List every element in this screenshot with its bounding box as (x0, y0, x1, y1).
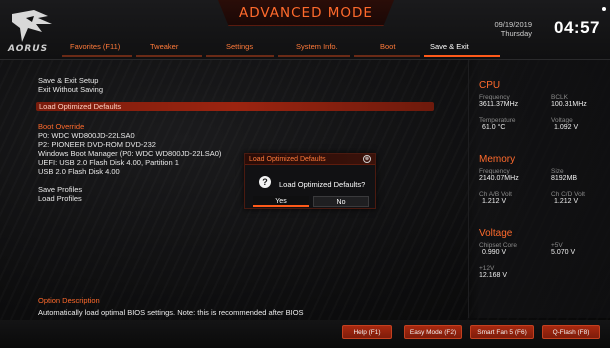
status-dot (602, 7, 606, 11)
tab-underline (278, 55, 350, 57)
ch-cd-volt-value: 1.212 V (554, 198, 579, 205)
clock-time: 04:57 (554, 18, 600, 37)
boot-item-p0[interactable]: P0: WDC WD800JD-22LSA0 (38, 131, 135, 140)
menu-item-load-profiles[interactable]: Load Profiles (38, 194, 82, 203)
tab-label: Boot (380, 42, 396, 51)
boot-item-windows-boot-manager[interactable]: Windows Boot Manager (P0: WDC WD800JD-22… (38, 149, 221, 158)
qflash-button[interactable]: Q-Flash (F8) (542, 325, 600, 339)
voltage-heading: Voltage (479, 228, 513, 239)
tab-label: Save & Exit (430, 42, 469, 51)
dialog-titlebar: Load Optimized Defaults ⊗ (245, 154, 375, 165)
tab-underline (136, 55, 202, 57)
yes-button[interactable]: Yes (253, 196, 309, 207)
cpu-frequency-value: 3611.37MHz (479, 101, 519, 108)
close-icon[interactable]: ⊗ (363, 155, 371, 163)
tab-label: Settings (226, 42, 254, 51)
tab-save-exit[interactable]: Save & Exit (424, 41, 500, 57)
page-title: ADVANCED MODE (239, 5, 373, 21)
boot-override-heading: Boot Override (38, 122, 85, 131)
load-defaults-dialog: Load Optimized Defaults ⊗ ? Load Optimiz… (244, 153, 376, 209)
memory-heading: Memory (479, 154, 516, 165)
tab-settings[interactable]: Settings (206, 41, 274, 57)
option-description-text: Automatically load optimal BIOS settings… (38, 308, 304, 317)
tab-system-info[interactable]: System Info. (278, 41, 350, 57)
tab-bar: Favorites (F11) Tweaker Settings System … (62, 41, 502, 57)
tab-label: Favorites (F11) (70, 42, 121, 51)
tab-label: Tweaker (150, 42, 179, 51)
cpu-voltage-value: 1.092 V (554, 124, 579, 131)
bclk-value: 100.31MHz (551, 101, 587, 108)
tab-label: System Info. (296, 42, 338, 51)
day-text: Thursday (500, 29, 532, 38)
hardware-monitor-panel: CPU Frequency 3611.37MHz BCLK 100.31MHz … (468, 60, 610, 318)
date-display: 09/19/2019 Thursday (494, 20, 532, 38)
easy-mode-button[interactable]: Easy Mode (F2) (404, 325, 462, 339)
tab-underline (62, 55, 132, 57)
boot-item-p2[interactable]: P2: PIONEER DVD-ROM DVD-232 (38, 140, 156, 149)
menu-item-label: Load Optimized Defaults (39, 102, 122, 111)
cpu-heading: CPU (479, 80, 501, 91)
boot-item-uefi-usb[interactable]: UEFI: USB 2.0 Flash Disk 4.00, Partition… (38, 158, 179, 167)
help-button[interactable]: Help (F1) (342, 325, 392, 339)
menu-item-save-exit-setup[interactable]: Save & Exit Setup (38, 76, 98, 85)
brand-logo-text: AORUS (8, 44, 49, 54)
header-bar: AORUS ADVANCED MODE Favorites (F11) Twea… (0, 0, 610, 60)
smart-fan-button[interactable]: Smart Fan 5 (F6) (470, 325, 534, 339)
tab-boot[interactable]: Boot (354, 41, 420, 57)
dialog-message: Load Optimized Defaults? (279, 180, 366, 189)
menu-item-exit-without-saving[interactable]: Exit Without Saving (38, 85, 103, 94)
question-icon: ? (259, 176, 271, 188)
menu-item-load-optimized-defaults[interactable]: Load Optimized Defaults (36, 102, 434, 111)
plus5v-value: 5.070 V (551, 249, 576, 256)
ch-ab-volt-value: 1.212 V (482, 198, 507, 205)
memory-frequency-value: 2140.07MHz (479, 175, 519, 182)
tab-underline (354, 55, 420, 57)
date-text: 09/19/2019 (494, 20, 532, 29)
menu-item-save-profiles[interactable]: Save Profiles (38, 185, 82, 194)
dialog-title: Load Optimized Defaults (249, 156, 326, 163)
tab-underline (424, 55, 500, 57)
memory-size-value: 8192MB (551, 175, 578, 182)
tab-tweaker[interactable]: Tweaker (136, 41, 202, 57)
plus12v-value: 12.168 V (479, 272, 508, 279)
no-button[interactable]: No (313, 196, 369, 207)
boot-item-usb-flash[interactable]: USB 2.0 Flash Disk 4.00 (38, 167, 120, 176)
tab-underline (206, 55, 274, 57)
tab-favorites[interactable]: Favorites (F11) (62, 41, 132, 57)
option-description-title: Option Description (38, 296, 100, 305)
cpu-temperature-value: 61.0 °C (482, 124, 506, 131)
bios-screen: AORUS ADVANCED MODE Favorites (F11) Twea… (0, 0, 610, 348)
chipset-core-value: 0.990 V (482, 249, 507, 256)
